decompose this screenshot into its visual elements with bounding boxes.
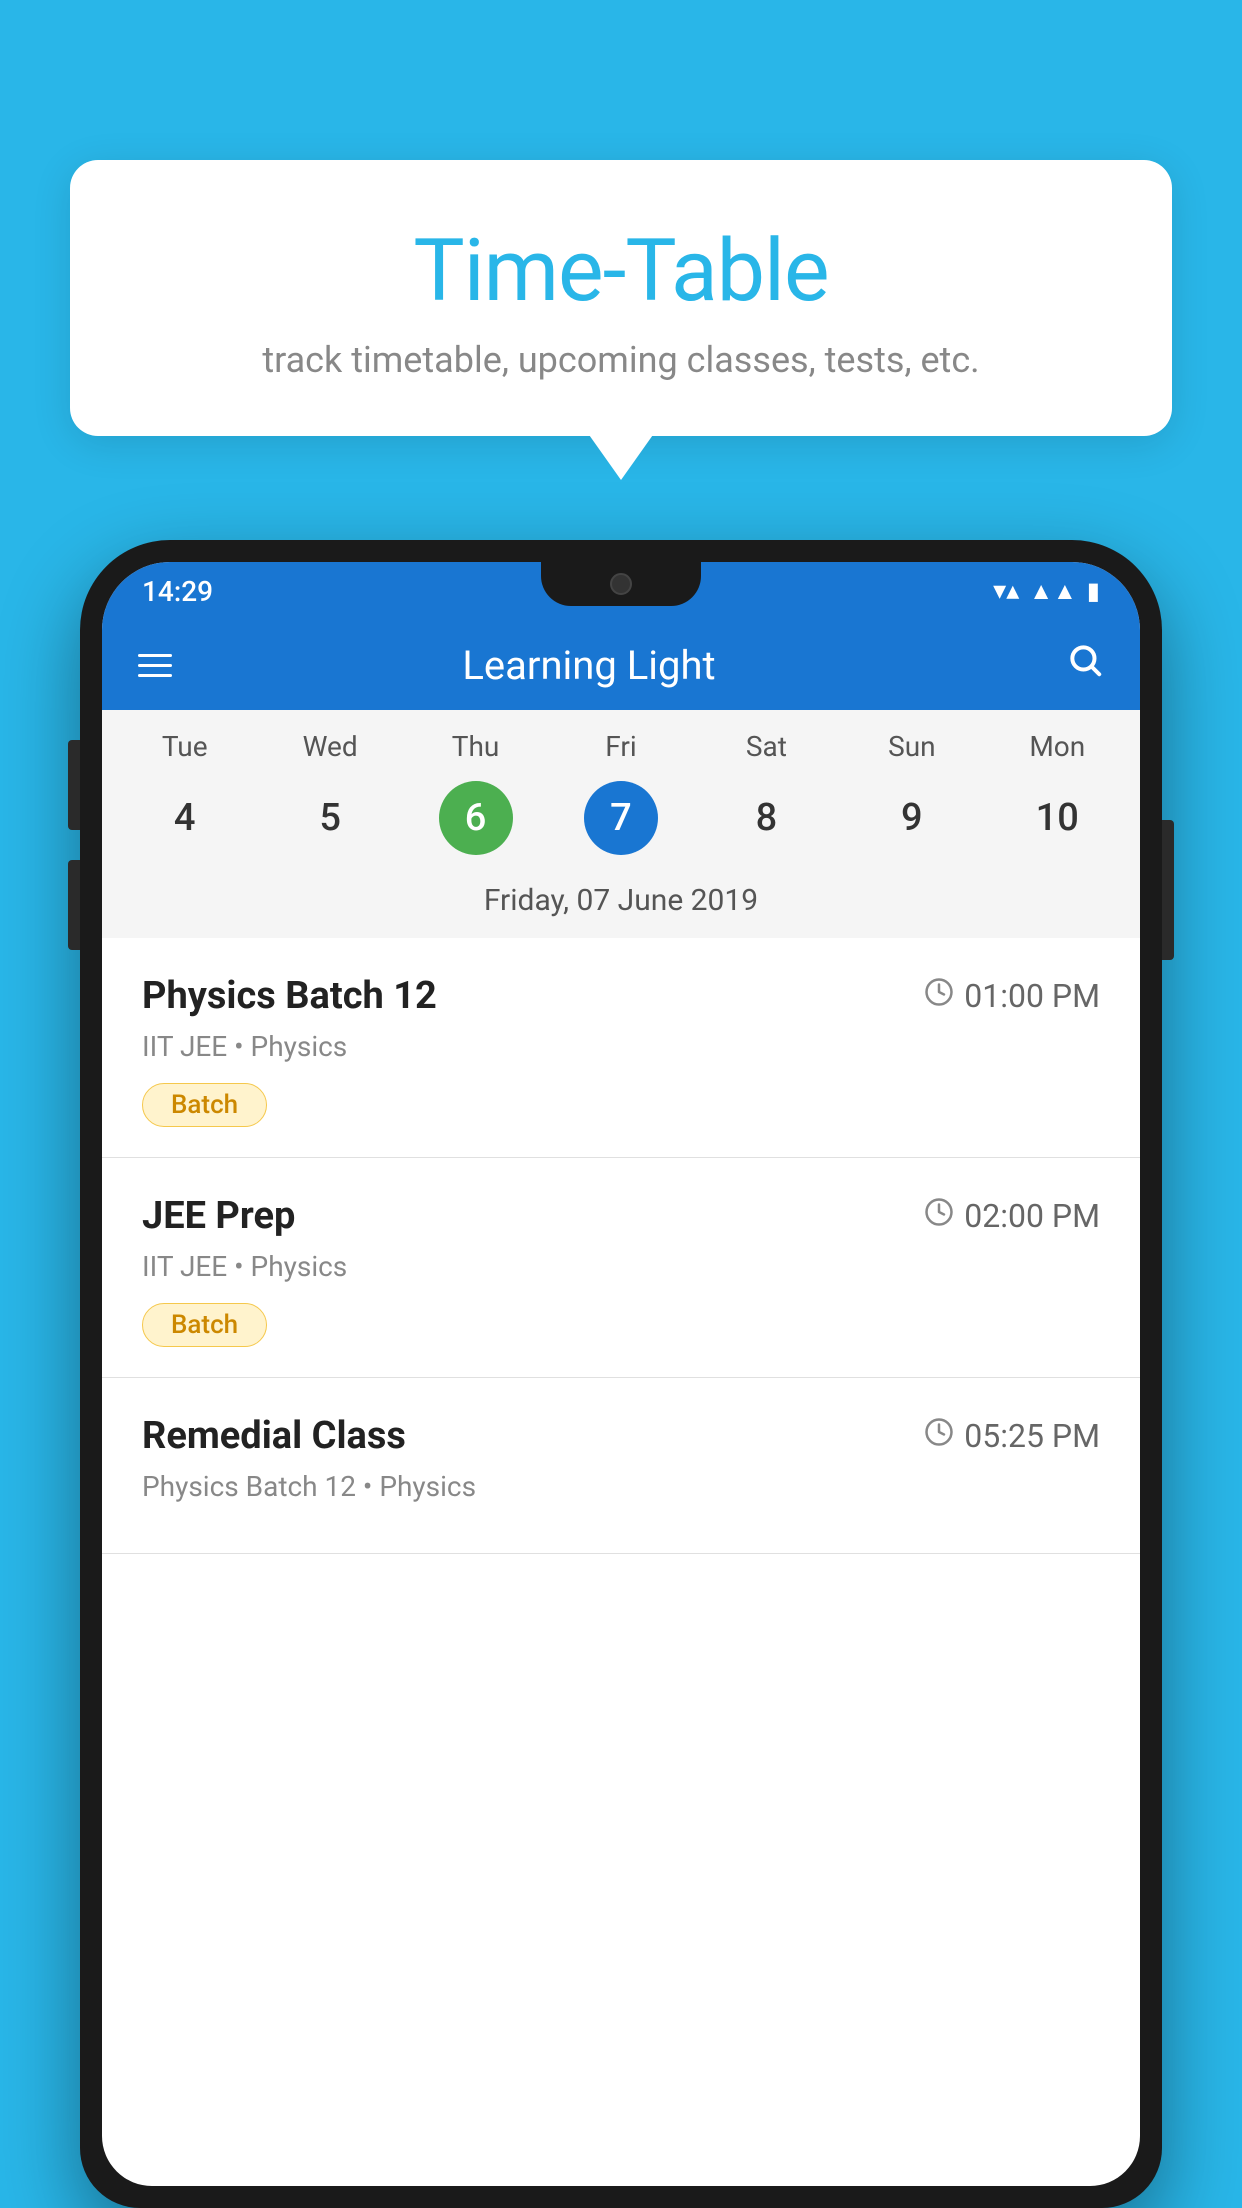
phone-screen: 14:29 ▾▴ ▲▲ ▮ Learning Light: [102, 562, 1140, 2186]
camera-icon: [610, 573, 632, 595]
schedule-time-1: 01:00 PM: [924, 977, 1100, 1015]
date-cell-9[interactable]: 9: [839, 781, 984, 855]
day-label-fri: Fri: [548, 730, 693, 763]
day-label-sat: Sat: [694, 730, 839, 763]
date-num-4[interactable]: 4: [148, 781, 222, 855]
date-cell-6[interactable]: 6: [403, 781, 548, 855]
time-text-3: 05:25 PM: [964, 1417, 1100, 1455]
date-num-6[interactable]: 6: [439, 781, 513, 855]
day-label-tue: Tue: [112, 730, 257, 763]
schedule-container: Physics Batch 12 01:00 PM IIT JEE • Phys…: [102, 938, 1140, 1554]
app-title: Learning Light: [202, 642, 976, 689]
tooltip-card: Time-Table track timetable, upcoming cla…: [70, 160, 1172, 436]
date-num-10[interactable]: 10: [1020, 781, 1094, 855]
schedule-time-3: 05:25 PM: [924, 1417, 1100, 1455]
date-cell-7[interactable]: 7: [548, 781, 693, 855]
date-cell-4[interactable]: 4: [112, 781, 257, 855]
schedule-item-jee-prep[interactable]: JEE Prep 02:00 PM IIT JEE • Physics Batc…: [102, 1158, 1140, 1378]
hamburger-menu-button[interactable]: [138, 654, 172, 677]
day-label-thu: Thu: [403, 730, 548, 763]
selected-date-label: Friday, 07 June 2019: [102, 871, 1140, 938]
date-num-7[interactable]: 7: [584, 781, 658, 855]
schedule-name-1: Physics Batch 12: [142, 974, 437, 1018]
schedule-meta-3: Physics Batch 12 • Physics: [142, 1470, 1100, 1503]
phone-notch: [541, 562, 701, 606]
clock-icon-1: [924, 977, 954, 1015]
date-num-5[interactable]: 5: [293, 781, 367, 855]
power-button[interactable]: [1162, 820, 1174, 960]
schedule-item-header-2: JEE Prep 02:00 PM: [142, 1194, 1100, 1238]
tooltip-title: Time-Table: [130, 220, 1112, 321]
schedule-item-header-3: Remedial Class 05:25 PM: [142, 1414, 1100, 1458]
time-text-2: 02:00 PM: [964, 1197, 1100, 1235]
status-icons: ▾▴ ▲▲ ▮: [993, 576, 1100, 606]
schedule-meta-1: IIT JEE • Physics: [142, 1030, 1100, 1063]
schedule-item-physics-batch[interactable]: Physics Batch 12 01:00 PM IIT JEE • Phys…: [102, 938, 1140, 1158]
day-label-wed: Wed: [257, 730, 402, 763]
battery-icon: ▮: [1087, 577, 1100, 605]
calendar-dates: 4 5 6 7 8 9 10: [102, 773, 1140, 871]
phone-frame: 14:29 ▾▴ ▲▲ ▮ Learning Light: [80, 540, 1162, 2208]
batch-tag-2: Batch: [142, 1303, 267, 1347]
schedule-name-2: JEE Prep: [142, 1194, 295, 1238]
search-button[interactable]: [1066, 641, 1104, 689]
time-text-1: 01:00 PM: [964, 977, 1100, 1015]
schedule-item-remedial[interactable]: Remedial Class 05:25 PM Physics Batch 12…: [102, 1378, 1140, 1554]
date-cell-5[interactable]: 5: [257, 781, 402, 855]
app-bar: Learning Light: [102, 620, 1140, 710]
volume-up-button[interactable]: [68, 740, 80, 830]
tooltip-subtitle: track timetable, upcoming classes, tests…: [130, 339, 1112, 381]
clock-icon-2: [924, 1197, 954, 1235]
status-time: 14:29: [142, 575, 213, 608]
volume-down-button[interactable]: [68, 860, 80, 950]
day-label-mon: Mon: [985, 730, 1130, 763]
schedule-name-3: Remedial Class: [142, 1414, 406, 1458]
schedule-time-2: 02:00 PM: [924, 1197, 1100, 1235]
date-cell-8[interactable]: 8: [694, 781, 839, 855]
batch-tag-1: Batch: [142, 1083, 267, 1127]
clock-icon-3: [924, 1417, 954, 1455]
calendar-days-header: Tue Wed Thu Fri Sat Sun Mon: [102, 710, 1140, 773]
date-cell-10[interactable]: 10: [985, 781, 1130, 855]
day-label-sun: Sun: [839, 730, 984, 763]
wifi-icon: ▾▴: [993, 576, 1019, 606]
date-num-8[interactable]: 8: [729, 781, 803, 855]
date-num-9[interactable]: 9: [875, 781, 949, 855]
schedule-item-header-1: Physics Batch 12 01:00 PM: [142, 974, 1100, 1018]
signal-icon: ▲▲: [1029, 577, 1077, 606]
schedule-meta-2: IIT JEE • Physics: [142, 1250, 1100, 1283]
